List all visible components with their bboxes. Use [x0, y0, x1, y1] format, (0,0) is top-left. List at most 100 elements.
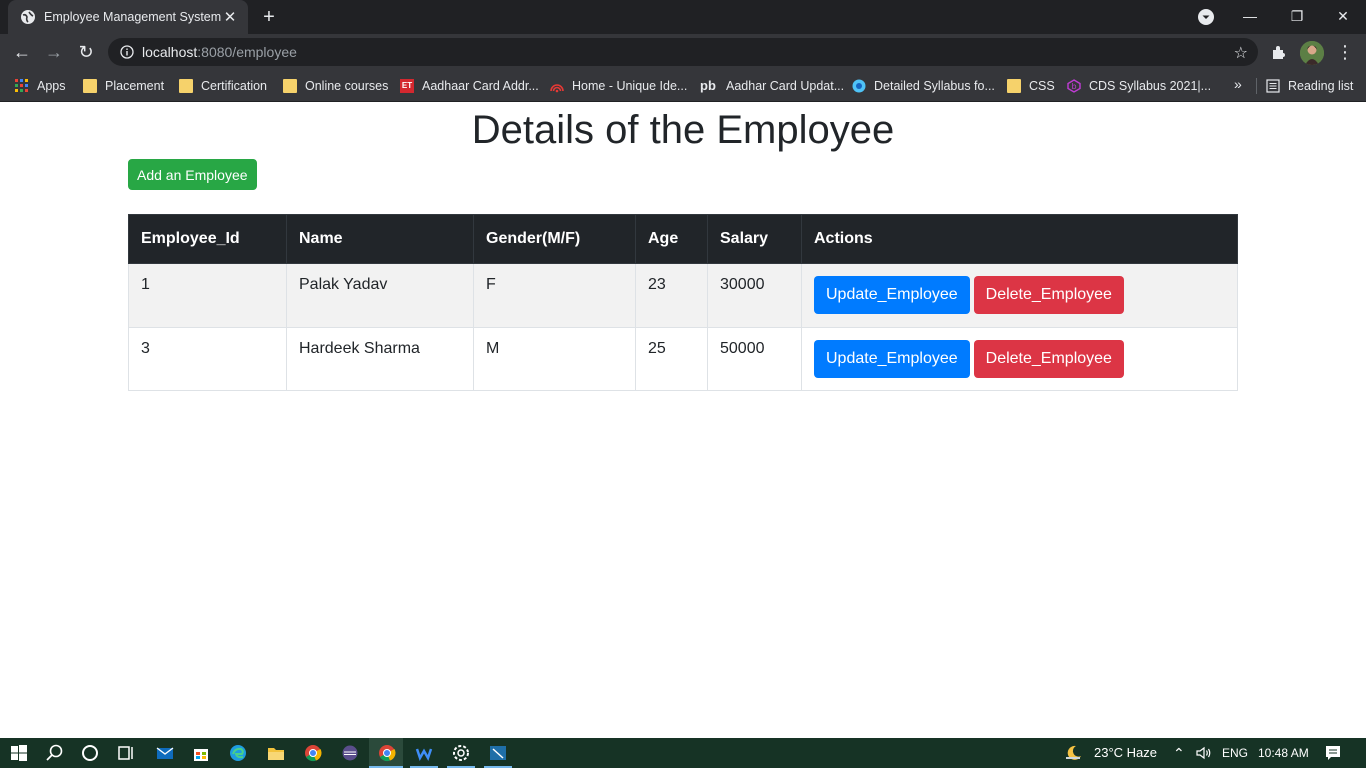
more-bookmarks-button[interactable]: » [1234, 76, 1242, 92]
address-bar[interactable]: localhost:8080/employee ☆ [108, 38, 1258, 66]
reading-list-icon [1266, 79, 1280, 93]
employee-table: Employee_Id Name Gender(M/F) Age Salary … [128, 214, 1238, 391]
bookmark-aadhaar-card-address[interactable]: ET Aadhaar Card Addr... [400, 77, 539, 95]
delete-employee-button[interactable]: Delete_Employee [973, 276, 1124, 314]
task-view-icon[interactable] [116, 743, 136, 763]
edge-icon[interactable] [228, 743, 248, 763]
settings-gear-icon[interactable] [451, 743, 471, 763]
globe-icon [21, 10, 35, 24]
search-icon[interactable] [45, 743, 65, 763]
cell-actions: Update_Employee Delete_Employee [801, 327, 1238, 391]
back-button[interactable]: ← [11, 41, 33, 63]
weather-label[interactable]: 23°C Haze [1094, 738, 1157, 768]
browser-menu-icon[interactable]: ⋮ [1336, 41, 1354, 63]
column-header-gender: Gender(M/F) [473, 214, 636, 264]
cell-actions: Update_Employee Delete_Employee [801, 263, 1238, 328]
browser-tab[interactable]: Employee Management System ✕ [8, 0, 248, 34]
bookmark-placement[interactable]: Placement [83, 77, 164, 95]
bookmark-home-unique-id[interactable]: Home - Unique Ide... [550, 77, 687, 95]
url-host: localhost [142, 44, 198, 60]
profile-avatar[interactable] [1300, 41, 1324, 65]
info-icon[interactable] [120, 45, 134, 59]
bookmark-online-courses[interactable]: Online courses [283, 77, 388, 95]
bookmark-label: Aadhaar Card Addr... [422, 79, 539, 93]
cell-employee-id: 3 [128, 327, 287, 391]
bookmark-label: CSS [1029, 79, 1055, 93]
globe-icon [852, 79, 866, 93]
restore-button[interactable]: ❐ [1277, 4, 1317, 28]
reload-button[interactable]: ↻ [75, 41, 97, 63]
add-employee-button[interactable]: Add an Employee [128, 159, 257, 190]
bookmark-certification[interactable]: Certification [179, 77, 267, 95]
cortana-icon[interactable] [80, 743, 100, 763]
webex-icon[interactable] [414, 743, 434, 763]
cell-salary: 50000 [707, 327, 802, 391]
chrome-active-icon[interactable] [377, 743, 397, 763]
apps-grid-icon [15, 79, 28, 92]
app-icon[interactable] [340, 743, 360, 763]
tab-title: Employee Management System [44, 10, 222, 24]
column-header-actions: Actions [801, 214, 1238, 264]
bookmarks-divider [1256, 78, 1257, 94]
browser-tab-strip: Employee Management System ✕ + — ❐ ✕ [0, 0, 1366, 34]
mail-icon[interactable] [155, 743, 175, 763]
clock[interactable]: 10:48 AM [1258, 738, 1309, 768]
et-icon: ET [400, 79, 414, 93]
bookmark-label: CDS Syllabus 2021|... [1089, 79, 1212, 93]
store-icon[interactable] [191, 743, 211, 763]
avatar-icon [1300, 41, 1324, 65]
chrome-icon[interactable] [303, 743, 323, 763]
language-indicator[interactable]: ENG [1222, 738, 1248, 768]
tab-search-icon[interactable] [1197, 8, 1215, 26]
minimize-button[interactable]: — [1230, 4, 1270, 28]
bookmark-star-icon[interactable]: ☆ [1234, 43, 1248, 63]
close-window-button[interactable]: ✕ [1323, 4, 1363, 28]
notifications-icon[interactable] [1323, 743, 1343, 763]
bookmark-label: Detailed Syllabus fo... [874, 79, 995, 93]
svg-text:b: b [1072, 82, 1077, 91]
sql-developer-icon[interactable] [488, 743, 508, 763]
folder-icon [83, 79, 97, 93]
pb-icon: pb [700, 78, 716, 93]
table-header-row: Employee_Id Name Gender(M/F) Age Salary … [128, 214, 1238, 264]
cell-age: 23 [635, 263, 708, 328]
page-content: Details of the Employee Add an Employee … [0, 102, 1366, 738]
reading-list-button[interactable]: Reading list [1266, 77, 1353, 95]
cell-name: Hardeek Sharma [286, 327, 474, 391]
bookmark-label: Certification [201, 79, 267, 93]
folder-icon [1007, 79, 1021, 93]
extensions-puzzle-icon[interactable] [1270, 43, 1288, 61]
close-tab-icon[interactable]: ✕ [222, 8, 238, 26]
bookmark-css[interactable]: CSS [1007, 77, 1055, 95]
column-header-employee-id: Employee_Id [128, 214, 287, 264]
bookmark-apps[interactable]: Apps [15, 77, 66, 95]
new-tab-button[interactable]: + [258, 6, 280, 28]
bookmark-detailed-syllabus[interactable]: Detailed Syllabus fo... [852, 77, 995, 95]
table-row: 1 Palak Yadav F 23 30000 Update_Employee… [128, 263, 1238, 328]
file-explorer-icon[interactable] [266, 743, 286, 763]
bookmark-label: Placement [105, 79, 165, 93]
update-employee-button[interactable]: Update_Employee [814, 276, 970, 314]
update-employee-button[interactable]: Update_Employee [814, 340, 970, 378]
bookmark-label: Apps [37, 79, 66, 93]
windows-start-icon[interactable] [9, 743, 29, 763]
delete-employee-button[interactable]: Delete_Employee [973, 340, 1124, 378]
folder-icon [283, 79, 297, 93]
windows-taskbar: 23°C Haze ⌃ ENG 10:48 AM [0, 738, 1366, 768]
weather-icon[interactable] [1064, 743, 1084, 763]
cell-employee-id: 1 [128, 263, 287, 328]
url-path: :8080/employee [197, 44, 297, 60]
folder-icon [179, 79, 193, 93]
reading-list-label: Reading list [1288, 79, 1354, 93]
table-row: 3 Hardeek Sharma M 25 50000 Update_Emplo… [128, 327, 1238, 391]
forward-button[interactable]: → [43, 41, 65, 63]
bookmark-aadhar-card-update[interactable]: pb Aadhar Card Updat... [700, 77, 844, 95]
tray-overflow-icon[interactable]: ⌃ [1173, 738, 1185, 768]
bookmark-label: Online courses [305, 79, 389, 93]
bookmarks-bar: Apps Placement Certification Online cour… [0, 70, 1366, 102]
cell-gender: M [473, 327, 636, 391]
volume-icon[interactable] [1194, 743, 1214, 763]
cell-name: Palak Yadav [286, 263, 474, 328]
bookmark-cds-syllabus[interactable]: b CDS Syllabus 2021|... [1067, 77, 1211, 95]
cell-gender: F [473, 263, 636, 328]
